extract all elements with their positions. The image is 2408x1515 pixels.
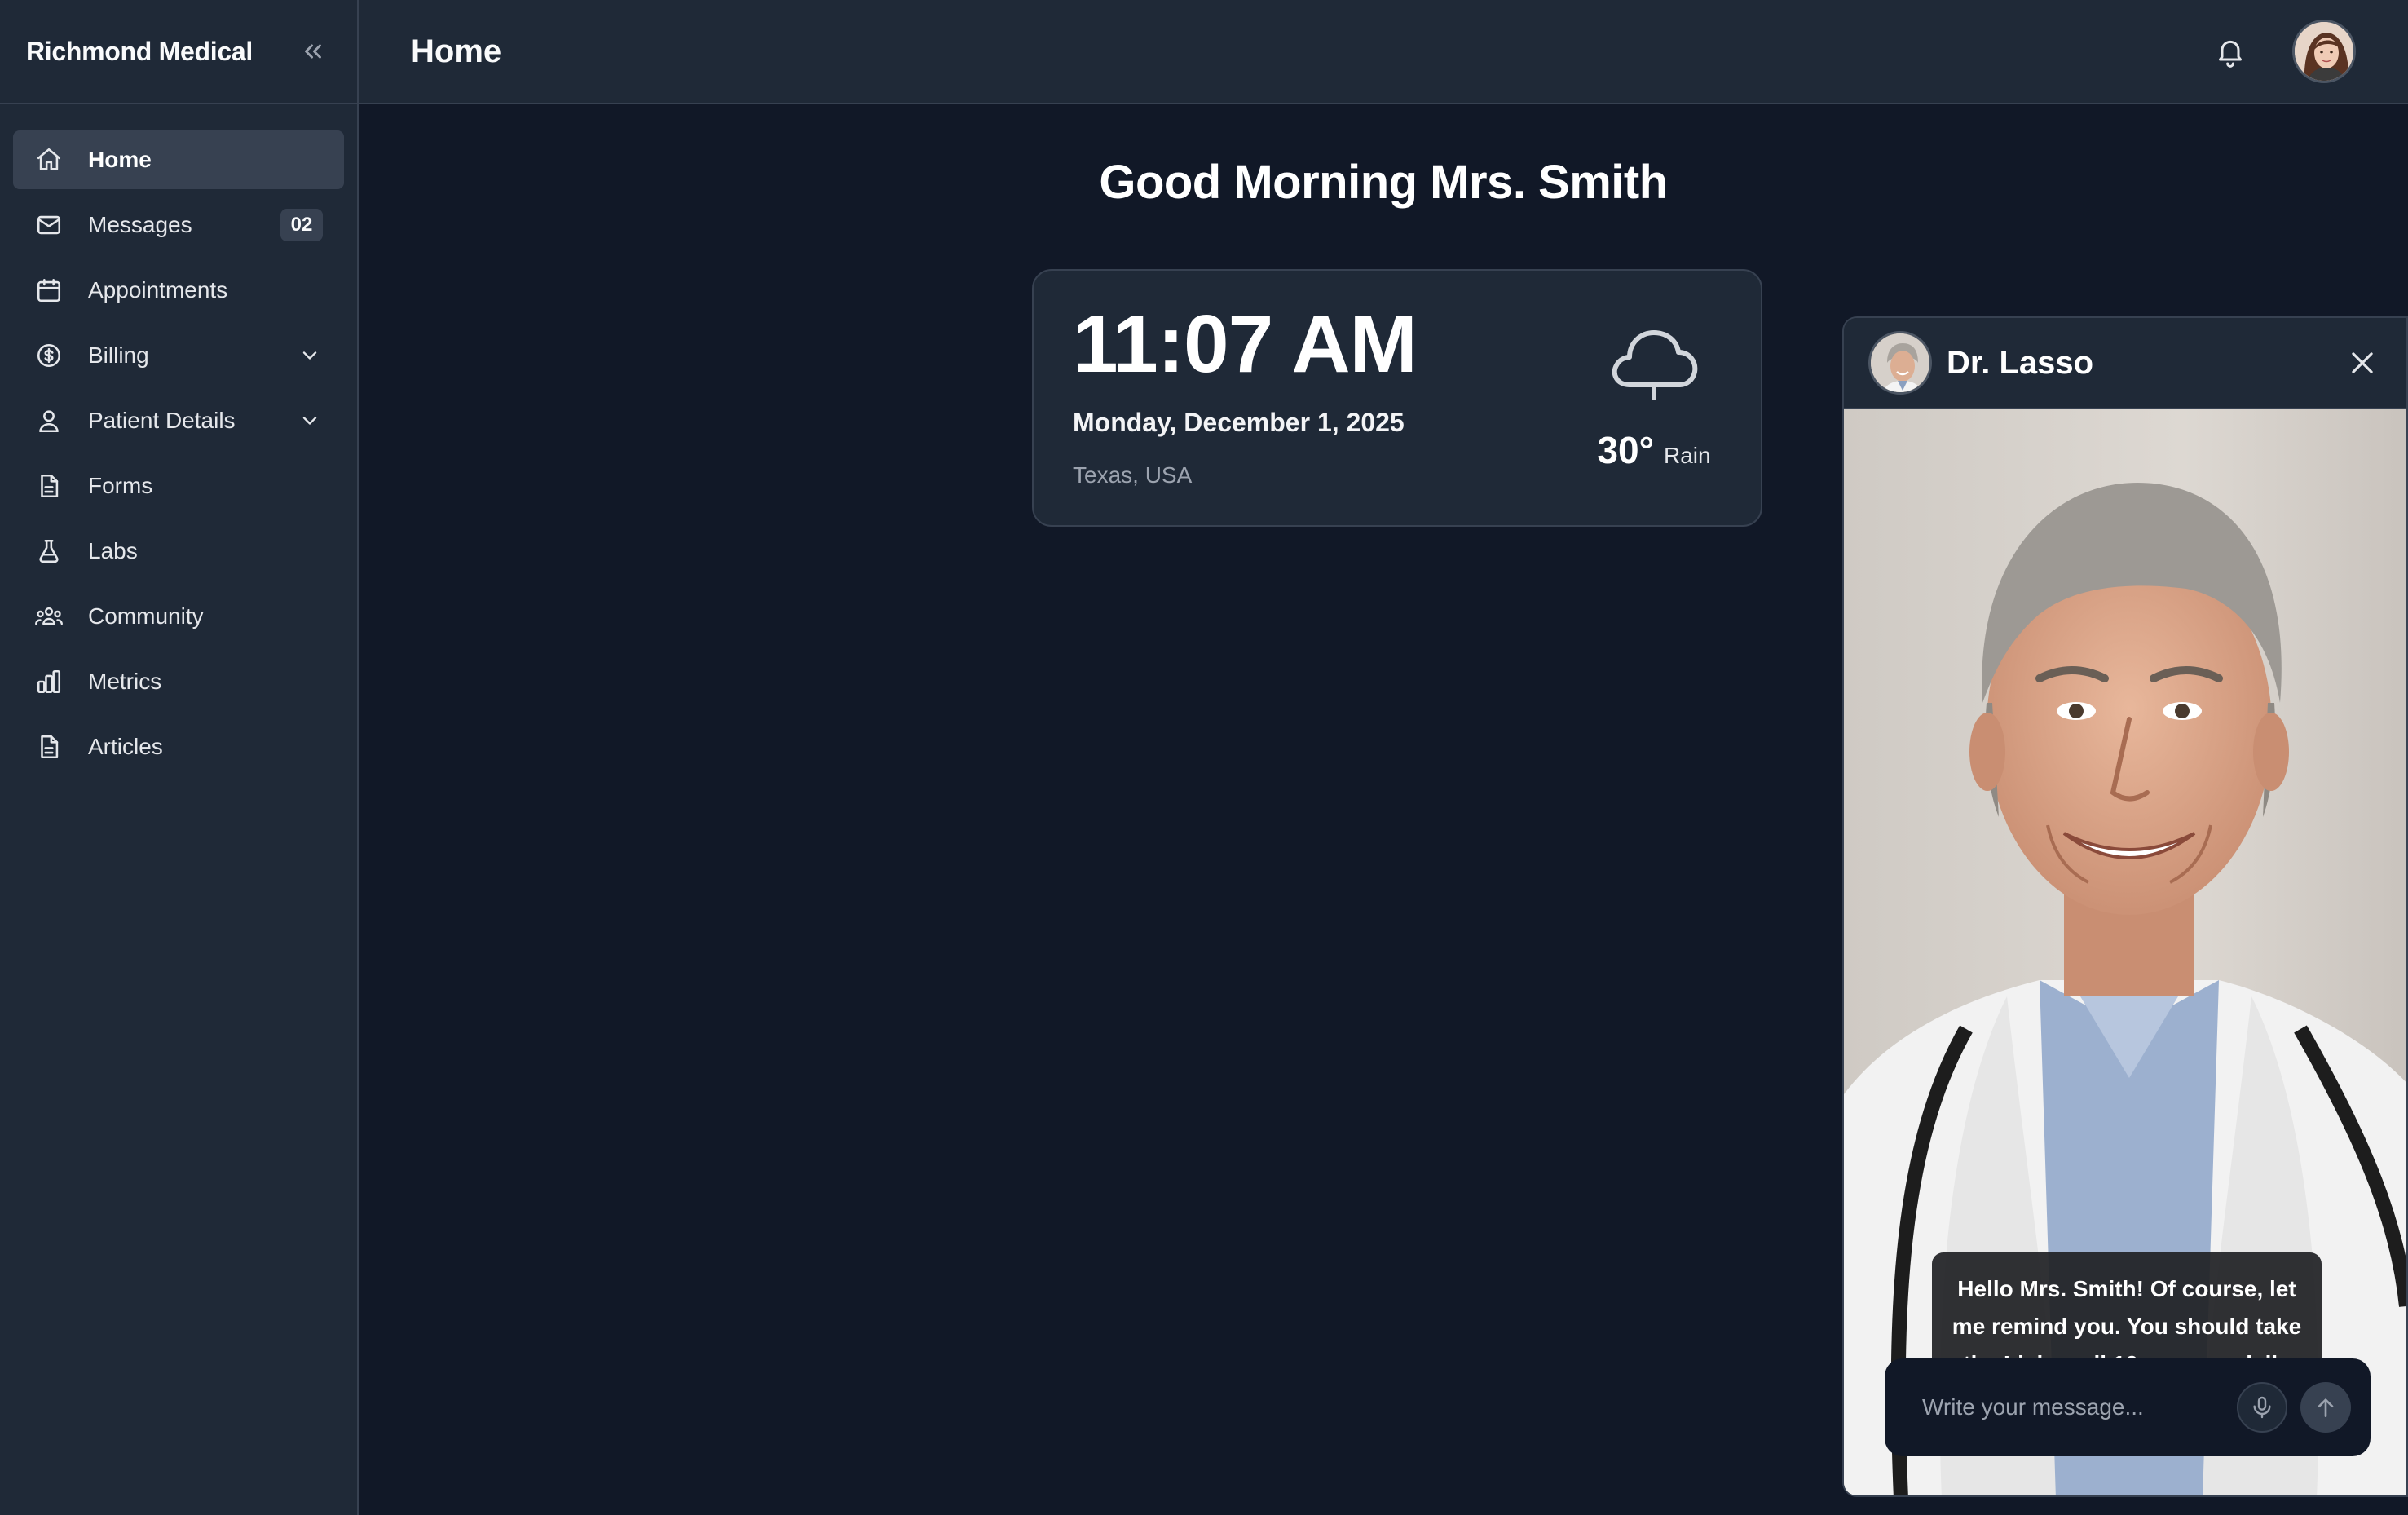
sidebar: Richmond Medical Home Messages 02 Appoin… bbox=[0, 0, 359, 1515]
sidebar-item-label: Forms bbox=[88, 473, 153, 498]
sidebar-item-label: Articles bbox=[88, 734, 163, 759]
notifications-button[interactable] bbox=[2209, 30, 2251, 73]
page-title: Home bbox=[411, 33, 502, 69]
greeting-heading: Good Morning Mrs. Smith bbox=[1099, 156, 1668, 209]
close-icon bbox=[2352, 352, 2373, 373]
weather-widget: 30° Rain bbox=[1585, 323, 1723, 472]
sidebar-item-label: Patient Details bbox=[88, 408, 236, 433]
doctor-chat-panel: Dr. Lasso Hello Mrs. Smith! Of course, l… bbox=[1842, 316, 2408, 1497]
cloud-icon bbox=[1612, 330, 1698, 400]
chevron-down-icon[interactable] bbox=[297, 342, 323, 369]
topbar: Home bbox=[359, 0, 2408, 104]
sidebar-item-label: Billing bbox=[88, 342, 149, 368]
weather-condition: Rain bbox=[1663, 443, 1711, 468]
message-composer bbox=[1885, 1358, 2371, 1456]
weather-reading: 30° Rain bbox=[1585, 428, 1723, 472]
user-icon bbox=[34, 406, 64, 435]
bar-chart-icon bbox=[34, 667, 64, 696]
brand-name: Richmond Medical bbox=[26, 36, 253, 66]
mail-icon bbox=[34, 210, 64, 240]
sidebar-item-label: Metrics bbox=[88, 669, 162, 694]
sidebar-item-label: Community bbox=[88, 603, 204, 629]
sidebar-item-community[interactable]: Community bbox=[13, 587, 344, 646]
home-icon bbox=[34, 145, 64, 174]
sidebar-item-home[interactable]: Home bbox=[13, 130, 344, 189]
sidebar-item-forms[interactable]: Forms bbox=[13, 457, 344, 515]
sidebar-item-billing[interactable]: Billing bbox=[13, 326, 344, 385]
doctor-photo bbox=[1871, 333, 1929, 392]
document-icon bbox=[34, 732, 64, 762]
send-message-button[interactable] bbox=[2300, 1382, 2351, 1433]
doctor-avatar bbox=[1868, 331, 1932, 395]
clock-weather-card: 11:07 AM Monday, December 1, 2025 Texas,… bbox=[1032, 269, 1762, 527]
arrow-up-icon bbox=[2318, 1398, 2334, 1417]
calendar-icon bbox=[34, 276, 64, 305]
sidebar-item-label: Messages bbox=[88, 212, 192, 237]
document-icon bbox=[34, 471, 64, 501]
sidebar-header: Richmond Medical bbox=[0, 0, 357, 104]
chat-header: Dr. Lasso bbox=[1844, 318, 2406, 409]
user-photo bbox=[2295, 22, 2353, 81]
close-chat-button[interactable] bbox=[2343, 343, 2382, 382]
flask-icon bbox=[34, 537, 64, 566]
microphone-icon bbox=[2253, 1396, 2271, 1419]
sidebar-item-label: Home bbox=[88, 147, 152, 172]
collapse-sidebar-button[interactable] bbox=[295, 33, 331, 69]
sidebar-item-label: Appointments bbox=[88, 277, 228, 303]
sidebar-item-appointments[interactable]: Appointments bbox=[13, 261, 344, 320]
app-root: Richmond Medical Home Messages 02 Appoin… bbox=[0, 0, 2408, 1515]
sidebar-item-label: Labs bbox=[88, 538, 138, 563]
unread-count-badge: 02 bbox=[280, 209, 323, 241]
bell-icon bbox=[2219, 40, 2242, 68]
sidebar-item-patient-details[interactable]: Patient Details bbox=[13, 391, 344, 450]
chevron-down-icon[interactable] bbox=[297, 408, 323, 434]
doctor-video-feed: Hello Mrs. Smith! Of course, let me remi… bbox=[1844, 409, 2406, 1495]
temperature: 30° bbox=[1597, 429, 1654, 471]
message-input[interactable] bbox=[1922, 1394, 2224, 1420]
people-icon bbox=[34, 602, 64, 631]
dollar-icon bbox=[34, 341, 64, 370]
chevrons-left-icon bbox=[305, 44, 321, 59]
sidebar-item-labs[interactable]: Labs bbox=[13, 522, 344, 581]
sidebar-item-metrics[interactable]: Metrics bbox=[13, 652, 344, 711]
doctor-name: Dr. Lasso bbox=[1947, 344, 2094, 381]
sidebar-item-articles[interactable]: Articles bbox=[13, 718, 344, 776]
voice-input-button[interactable] bbox=[2237, 1382, 2287, 1433]
sidebar-nav: Home Messages 02 Appointments Billing Pa… bbox=[0, 104, 357, 809]
user-avatar[interactable] bbox=[2292, 20, 2356, 83]
sidebar-item-messages[interactable]: Messages 02 bbox=[13, 196, 344, 254]
